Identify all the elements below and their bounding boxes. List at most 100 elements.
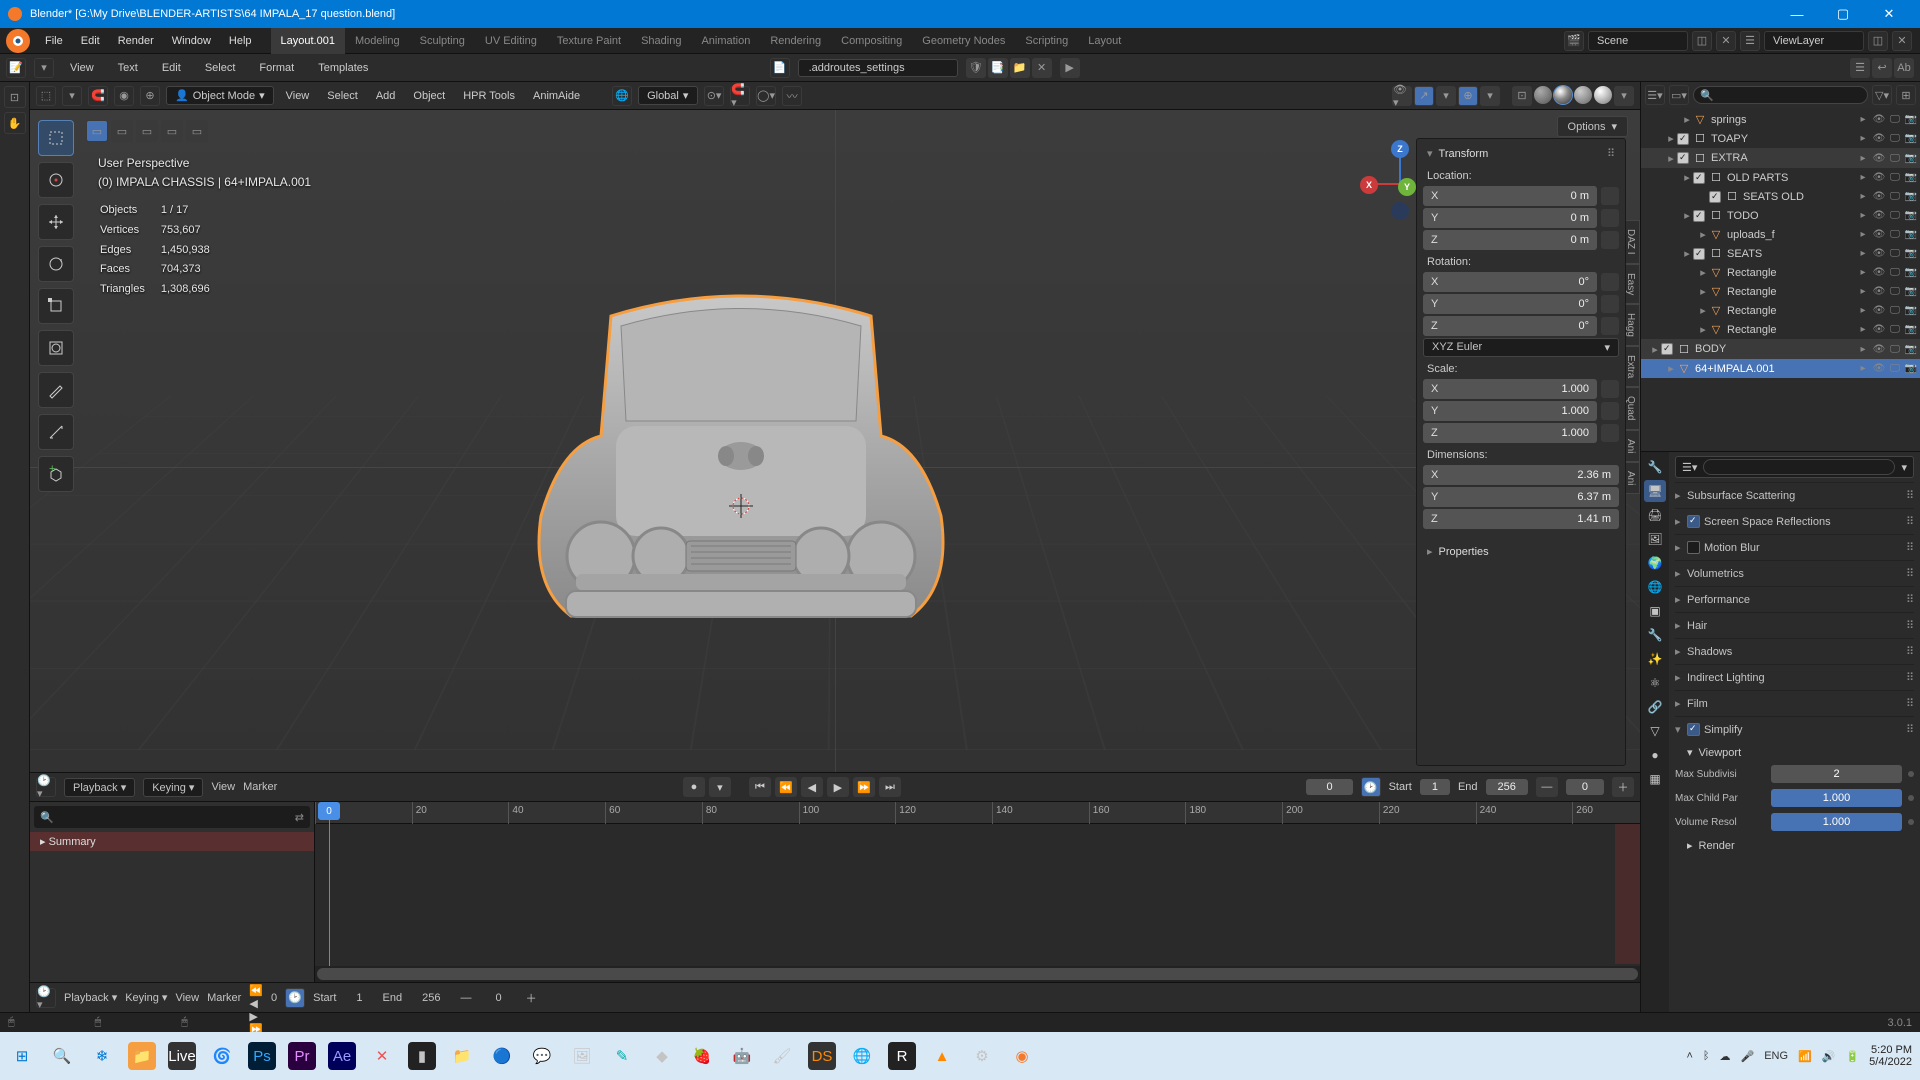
keyframe-area[interactable] bbox=[315, 824, 1640, 964]
pivot-point-icon[interactable]: ⊙▾ bbox=[704, 86, 724, 106]
props-tab-constraints[interactable]: 🔗 bbox=[1644, 696, 1666, 718]
workspace-tab[interactable]: Geometry Nodes bbox=[912, 28, 1015, 54]
frame-value[interactable]: 0 bbox=[1566, 779, 1604, 795]
app-icon[interactable]: 🍓 bbox=[688, 1042, 716, 1070]
minimize-button[interactable]: — bbox=[1774, 0, 1820, 28]
timeline-view[interactable]: View bbox=[211, 781, 235, 793]
anim-dot-icon[interactable] bbox=[1908, 771, 1914, 777]
select-intersect-icon[interactable]: ▭ bbox=[161, 120, 183, 142]
playback2-dropdown[interactable]: Playback ▾ bbox=[64, 991, 117, 1004]
props-panel-row[interactable]: ▸Subsurface Scattering⠿ bbox=[1675, 482, 1914, 508]
text-datablock-field[interactable]: .addroutes_settings bbox=[798, 59, 958, 77]
props-datapath[interactable]: ☰▾▾ bbox=[1675, 456, 1914, 478]
props-tab-modifiers[interactable]: 🔧 bbox=[1644, 624, 1666, 646]
props-tab-material[interactable]: ● bbox=[1644, 744, 1666, 766]
scale-y-field[interactable]: Y1.000 bbox=[1423, 401, 1597, 421]
chrome-icon[interactable]: 🌐 bbox=[848, 1042, 876, 1070]
menu-help[interactable]: Help bbox=[220, 28, 261, 54]
props-tab-output[interactable]: 🖨 bbox=[1644, 504, 1666, 526]
max-subdiv-field[interactable]: 2 bbox=[1771, 765, 1902, 783]
gizmo-x-axis[interactable]: X bbox=[1360, 176, 1378, 194]
gizmo-y-axis[interactable]: Y bbox=[1398, 178, 1416, 196]
simplify-checkbox[interactable] bbox=[1687, 723, 1700, 736]
outliner-row[interactable]: ▸☐TOAPY▸👁🖵📷 bbox=[1641, 129, 1920, 148]
visibility-icon[interactable]: 👁▾ bbox=[1392, 86, 1412, 106]
app-icon[interactable]: 💬 bbox=[528, 1042, 556, 1070]
workspace-tab[interactable]: Layout bbox=[1078, 28, 1131, 54]
outliner-filter-icon[interactable]: ▽▾ bbox=[1872, 85, 1892, 105]
move-tool[interactable] bbox=[38, 204, 74, 240]
props-tab-physics[interactable]: ⚛ bbox=[1644, 672, 1666, 694]
dim-z-field[interactable]: Z1.41 m bbox=[1423, 509, 1619, 529]
viewlayer-new-icon[interactable]: ◫ bbox=[1868, 31, 1888, 51]
app-icon[interactable]: 🌀 bbox=[208, 1042, 236, 1070]
wifi-icon[interactable]: 📶 bbox=[1798, 1050, 1812, 1063]
vp-menu-object[interactable]: Object bbox=[407, 90, 451, 102]
props-panel-row[interactable]: ▸Film⠿ bbox=[1675, 690, 1914, 716]
jump-end-icon[interactable]: ⏭ bbox=[879, 777, 901, 797]
onedrive-icon[interactable]: ☁ bbox=[1720, 1050, 1731, 1063]
props-tab-texture[interactable]: ▦ bbox=[1644, 768, 1666, 790]
keying-dropdown[interactable]: Keying ▾ bbox=[143, 778, 203, 797]
taskview-icon[interactable]: 🔍 bbox=[48, 1042, 76, 1070]
lock-icon[interactable] bbox=[1601, 424, 1619, 442]
te-syntax-icon[interactable]: Ab bbox=[1894, 58, 1914, 78]
transform-header[interactable]: ▾Transform⠿ bbox=[1423, 145, 1619, 162]
tray-chevron-icon[interactable]: ˄ bbox=[1686, 1050, 1692, 1062]
scale-x-field[interactable]: X1.000 bbox=[1423, 379, 1597, 399]
lock-icon[interactable] bbox=[1601, 209, 1619, 227]
te-menu-view[interactable]: View bbox=[62, 62, 102, 74]
keyframe-next-icon[interactable]: ⏩ bbox=[853, 777, 875, 797]
dim-y-field[interactable]: Y6.37 m bbox=[1423, 487, 1619, 507]
panel-checkbox[interactable] bbox=[1687, 515, 1700, 528]
rotation-z-field[interactable]: Z0° bbox=[1423, 316, 1597, 336]
gizmo-toggle-icon[interactable]: ↗ bbox=[1414, 86, 1434, 106]
language-icon[interactable]: ENG bbox=[1764, 1050, 1788, 1062]
settings-icon[interactable]: ⚙ bbox=[968, 1042, 996, 1070]
shading-wireframe-icon[interactable] bbox=[1534, 86, 1552, 104]
app-icon[interactable]: 🔵 bbox=[488, 1042, 516, 1070]
outliner-row[interactable]: ▸▽64+IMPALA.001▸👁🖵📷 bbox=[1641, 359, 1920, 378]
frame-ruler[interactable]: 020406080100120140160180200220240260 bbox=[315, 802, 1640, 824]
props-panel-row[interactable]: ▸Screen Space Reflections⠿ bbox=[1675, 508, 1914, 534]
workspace-tab[interactable]: Animation bbox=[691, 28, 760, 54]
vlc-icon[interactable]: ▲ bbox=[928, 1042, 956, 1070]
select-extend-icon[interactable]: ▭ bbox=[111, 120, 133, 142]
outliner-new-collection-icon[interactable]: ⊞ bbox=[1896, 85, 1916, 105]
timeline-editor-type-icon[interactable]: 🕑▾ bbox=[36, 777, 56, 797]
shading-solid-icon[interactable] bbox=[1554, 86, 1572, 104]
app-icon[interactable]: ✕ bbox=[368, 1042, 396, 1070]
te-menu-templates[interactable]: Templates bbox=[310, 62, 376, 74]
viewlayer-name-field[interactable]: ViewLayer bbox=[1764, 31, 1864, 51]
location-y-field[interactable]: Y0 m bbox=[1423, 208, 1597, 228]
te-menu-text[interactable]: Text bbox=[110, 62, 146, 74]
proportional-icon[interactable]: ◉ bbox=[114, 86, 134, 106]
outliner-row[interactable]: ▸☐TODO▸👁🖵📷 bbox=[1641, 206, 1920, 225]
panel-checkbox[interactable] bbox=[1687, 541, 1700, 554]
app-icon[interactable]: 📁 bbox=[128, 1042, 156, 1070]
vp-menu-view[interactable]: View bbox=[280, 90, 316, 102]
props-panel-row[interactable]: ▸Shadows⠿ bbox=[1675, 638, 1914, 664]
run-script-button[interactable]: ▶ bbox=[1060, 58, 1080, 78]
viewport-options-button[interactable]: Options▾ bbox=[1557, 116, 1628, 137]
te-menu-format[interactable]: Format bbox=[251, 62, 302, 74]
curve-icon[interactable]: 〰 bbox=[782, 86, 802, 106]
rotate-tool[interactable] bbox=[38, 246, 74, 282]
scale-z-field[interactable]: Z1.000 bbox=[1423, 423, 1597, 443]
te-menu-select[interactable]: Select bbox=[197, 62, 244, 74]
workspace-tab[interactable]: Rendering bbox=[760, 28, 831, 54]
viewport-subheader[interactable]: ▾Viewport bbox=[1675, 742, 1914, 761]
current-frame2-field[interactable]: 0 bbox=[271, 992, 277, 1004]
lock-icon[interactable] bbox=[1601, 380, 1619, 398]
strip-icon[interactable]: ⊡ bbox=[4, 86, 26, 108]
add-cube-tool[interactable]: + bbox=[38, 456, 74, 492]
summary-row[interactable]: ▸ Summary bbox=[30, 832, 314, 851]
orientation-icon[interactable]: 🌐 bbox=[612, 86, 632, 106]
outliner-search[interactable]: 🔍 bbox=[1693, 86, 1868, 104]
outliner-display-mode-icon[interactable]: ▭▾ bbox=[1669, 85, 1689, 105]
workspace-tab[interactable]: UV Editing bbox=[475, 28, 547, 54]
start-icon[interactable]: ⊞ bbox=[8, 1042, 36, 1070]
app-icon[interactable]: DS bbox=[808, 1042, 836, 1070]
volume-res-field[interactable]: 1.000 bbox=[1771, 813, 1902, 831]
text-browse-icon[interactable]: 📄 bbox=[770, 58, 790, 78]
